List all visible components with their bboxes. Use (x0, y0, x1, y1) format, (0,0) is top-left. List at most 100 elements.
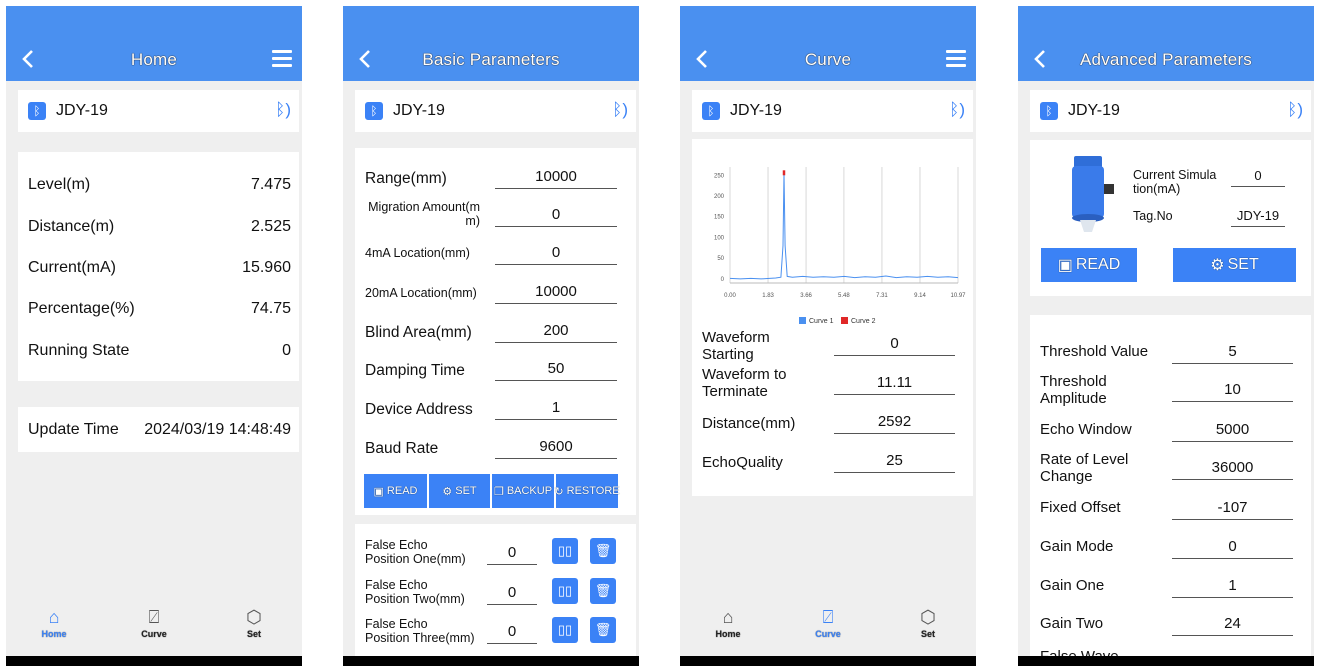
device-name: JDY-19 (1068, 102, 1120, 119)
read-button[interactable]: ▣ READ (1041, 248, 1137, 282)
echo-quality-input[interactable]: 25 (834, 452, 955, 473)
app-bar: Curve (680, 6, 976, 81)
gain-mode-input[interactable]: 0 (1172, 538, 1293, 559)
false-echo-label: False Echo Position Two(mm) (365, 578, 465, 606)
read-button[interactable]: ▣ READ (364, 474, 427, 508)
field-label: Gain One (1040, 577, 1105, 594)
home-icon: ⌂ (722, 607, 734, 627)
threshold-amplitude-input[interactable]: 10 (1172, 381, 1293, 402)
tab-label: Home (715, 629, 741, 639)
bluetooth-signal-icon[interactable]: ᛒ) (612, 100, 628, 120)
4ma-location-input[interactable]: 0 (495, 244, 617, 265)
tab-curve[interactable]: ⍁ Curve (129, 606, 179, 639)
backup-button[interactable]: ❐ BACKUP (492, 474, 554, 508)
bluetooth-icon: ᛒ (28, 102, 46, 120)
button-label: READ (386, 485, 418, 497)
bluetooth-signal-icon[interactable]: ᛒ) (949, 100, 965, 120)
basic-params-card: Range(mm) 10000 Migration Amount(m m) 0 … (355, 148, 636, 515)
page-title: Advanced Parameters (1080, 50, 1252, 69)
field-label: Gain Mode (1040, 538, 1114, 555)
baud-rate-input[interactable]: 9600 (495, 438, 617, 459)
restore-button[interactable]: ↻ RESTORE (554, 474, 620, 508)
tab-label: Curve (141, 629, 167, 639)
waveform-starting-input[interactable]: 0 (834, 335, 955, 356)
device-bar[interactable]: ᛒ JDY-19 ᛒ) (1030, 90, 1311, 132)
settings-icon: ⬡ (246, 607, 262, 627)
range-input[interactable]: 10000 (495, 168, 617, 189)
page-title: Curve (804, 50, 852, 69)
echo-curve-chart[interactable]: 0.00 1.83 3.66 5.48 7.31 9.14 10.97 0 50 100 150 20… (692, 147, 973, 332)
update-time-label: Update Time (28, 421, 119, 438)
device-bar[interactable]: ᛒ JDY-19 ᛒ) (18, 90, 299, 132)
menu-icon[interactable] (946, 50, 966, 68)
copy-icon: ❐ (493, 485, 504, 498)
current-simulation-input[interactable]: 0 (1231, 168, 1285, 187)
tab-label: Set (920, 629, 935, 639)
tab-label: Curve (815, 629, 841, 639)
blind-area-input[interactable]: 200 (495, 322, 617, 343)
x-tick-label: 1.83 (762, 293, 774, 299)
trash-icon[interactable]: 🗑 (590, 578, 616, 604)
field-label: Threshold Value (1040, 343, 1149, 360)
gain-one-input[interactable]: 1 (1172, 577, 1293, 598)
current-simulation-label: Current Simula tion(mA) (1133, 168, 1217, 196)
bluetooth-signal-icon[interactable]: ᛒ) (1287, 100, 1303, 120)
20ma-location-input[interactable]: 10000 (495, 283, 617, 304)
threshold-value-input[interactable]: 5 (1172, 343, 1293, 364)
button-label: RESTORE (566, 485, 620, 497)
device-address-input[interactable]: 1 (495, 399, 617, 420)
curve-card: 0.00 1.83 3.66 5.48 7.31 9.14 10.97 0 50 100 150 20… (692, 139, 973, 496)
tab-curve[interactable]: ⍁ Curve (803, 606, 853, 639)
book-icon[interactable]: ▯▯ (552, 578, 578, 604)
device-name: JDY-19 (56, 102, 108, 119)
migration-amount-input[interactable]: 0 (495, 206, 617, 227)
false-echo-three-input[interactable]: 0 (487, 623, 537, 644)
bluetooth-signal-icon[interactable]: ᛒ) (275, 100, 291, 120)
false-echo-one-input[interactable]: 0 (487, 544, 537, 565)
x-tick-label: 0.00 (724, 293, 736, 299)
update-time-row: Update Time 2024/03/19 14:48:49 (28, 421, 291, 439)
tab-set[interactable]: ⬡ Set (229, 606, 279, 639)
echo-window-input[interactable]: 5000 (1172, 421, 1293, 442)
tab-home[interactable]: ⌂ Home (703, 606, 753, 639)
menu-icon[interactable] (272, 50, 292, 68)
waveform-terminate-input[interactable]: 11.11 (834, 374, 955, 395)
system-nav-bar (343, 656, 639, 666)
bottom-tab-bar: ⌂ Home ⍁ Curve ⬡ Set (680, 606, 976, 654)
tag-no-input[interactable]: JDY-19 (1231, 208, 1285, 227)
distance-input[interactable]: 2592 (834, 413, 955, 434)
false-echo-two-input[interactable]: 0 (487, 584, 537, 605)
device-bar[interactable]: ᛒ JDY-19 ᛒ) (692, 90, 973, 132)
current-row: Current(mA) 15.960 (28, 259, 291, 277)
folder-icon: ▣ (373, 485, 384, 498)
false-echo-label: False Echo Position One(mm) (365, 538, 466, 566)
tab-set[interactable]: ⬡ Set (903, 606, 953, 639)
y-tick-label: 50 (717, 256, 724, 262)
rate-of-level-change-input[interactable]: 36000 (1172, 459, 1293, 480)
system-nav-bar (6, 656, 302, 666)
field-label: 20mA Location(mm) (365, 286, 477, 300)
legend-label: Curve 1 (809, 318, 834, 325)
trash-icon[interactable]: 🗑 (590, 538, 616, 564)
refresh-icon: ↻ (554, 485, 564, 498)
set-button[interactable]: ⚙ SET (1173, 248, 1296, 282)
device-bar[interactable]: ᛒ JDY-19 ᛒ) (355, 90, 636, 132)
set-button[interactable]: ⚙ SET (429, 474, 490, 508)
fixed-offset-input[interactable]: -107 (1172, 499, 1293, 520)
x-tick-label: 7.31 (876, 293, 888, 299)
trash-icon[interactable]: 🗑 (590, 617, 616, 643)
field-label: Device Address (365, 401, 473, 418)
tab-home[interactable]: ⌂ Home (29, 606, 79, 639)
gain-two-input[interactable]: 24 (1172, 615, 1293, 636)
running-state-row: Running State 0 (28, 342, 291, 360)
field-label: Waveform to Terminate (702, 366, 787, 400)
system-nav-bar (680, 656, 976, 666)
bluetooth-icon: ᛒ (702, 102, 720, 120)
x-tick-label: 5.48 (838, 293, 850, 299)
field-label: Blind Area(mm) (365, 324, 472, 341)
book-icon[interactable]: ▯▯ (552, 617, 578, 643)
device-name: JDY-19 (730, 102, 782, 119)
damping-time-input[interactable]: 50 (495, 360, 617, 381)
field-label: Echo Window (1040, 421, 1132, 438)
book-icon[interactable]: ▯▯ (552, 538, 578, 564)
